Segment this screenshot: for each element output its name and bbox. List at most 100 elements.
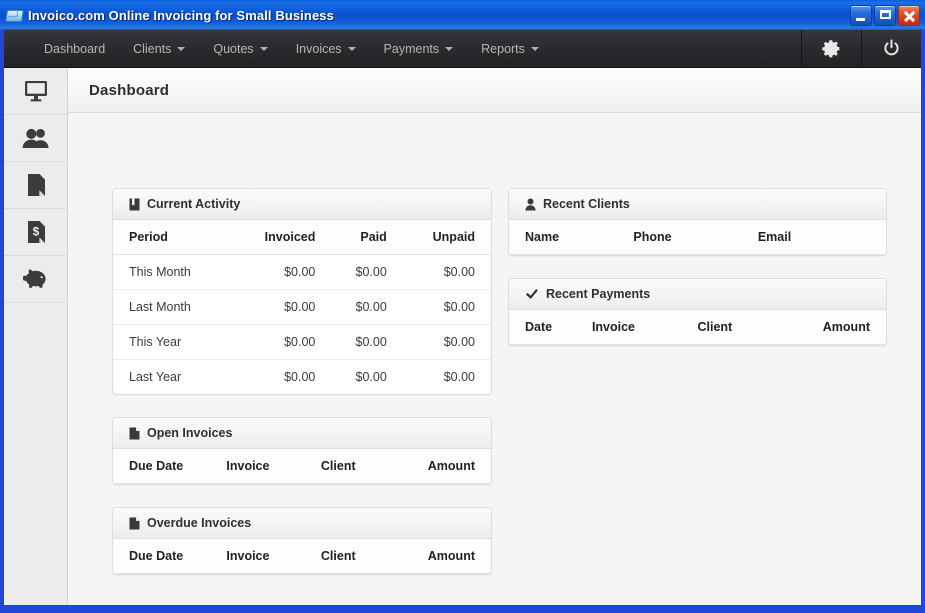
column-header-client: Client bbox=[320, 449, 405, 484]
power-icon bbox=[884, 39, 899, 56]
svg-text:$: $ bbox=[32, 225, 39, 239]
gear-icon bbox=[822, 40, 840, 58]
current-activity-table: Period Invoiced Paid Unpaid This Month $… bbox=[113, 220, 491, 394]
cell-unpaid: $0.00 bbox=[402, 289, 491, 325]
column-header-unpaid: Unpaid bbox=[402, 220, 491, 255]
panel-overdue-invoices: Overdue Invoices Due Date Invoice Client… bbox=[112, 507, 492, 575]
column-header-due-date: Due Date bbox=[113, 539, 227, 574]
chevron-down-icon bbox=[347, 46, 356, 51]
panel-header: Recent Clients bbox=[509, 189, 886, 220]
file-icon bbox=[129, 427, 140, 440]
table-row: This Month $0.00 $0.00 $0.00 bbox=[113, 254, 491, 290]
panel-title: Current Activity bbox=[147, 196, 241, 211]
cell-period: Last Month bbox=[113, 289, 231, 325]
column-header-period: Period bbox=[113, 220, 231, 255]
nav-item-invoices[interactable]: Invoices bbox=[282, 30, 370, 67]
cell-unpaid: $0.00 bbox=[402, 254, 491, 290]
dashboard-content: Current Activity Period Invoiced Paid Un… bbox=[68, 114, 921, 605]
nav-item-dashboard[interactable]: Dashboard bbox=[30, 30, 119, 67]
settings-button[interactable] bbox=[801, 30, 861, 67]
nav-item-list: Dashboard Clients Quotes Invoices Paymen… bbox=[4, 30, 801, 67]
logout-button[interactable] bbox=[861, 30, 921, 67]
cell-invoiced: $0.00 bbox=[230, 254, 332, 290]
column-header-name: Name bbox=[509, 220, 634, 255]
cell-invoiced: $0.00 bbox=[230, 289, 332, 325]
dollar-document-icon: $ bbox=[27, 221, 45, 243]
chevron-down-icon bbox=[259, 46, 268, 51]
person-icon bbox=[525, 198, 536, 211]
panel-recent-clients: Recent Clients Name Phone Email bbox=[508, 188, 887, 256]
sidebar-item-dashboard[interactable] bbox=[4, 68, 67, 115]
recent-payments-table: Date Invoice Client Amount bbox=[509, 310, 886, 345]
recent-clients-table: Name Phone Email bbox=[509, 220, 886, 255]
title-bar[interactable]: Invoico.com Online Invoicing for Small B… bbox=[0, 0, 925, 30]
nav-item-label: Invoices bbox=[295, 41, 342, 56]
column-header-date: Date bbox=[509, 310, 592, 345]
close-button[interactable] bbox=[898, 4, 920, 26]
column-header-invoice: Invoice bbox=[591, 310, 698, 345]
panel-open-invoices: Open Invoices Due Date Invoice Client Am… bbox=[112, 417, 492, 485]
panel-recent-payments: Recent Payments Date Invoice Client Amou… bbox=[508, 278, 887, 346]
cell-paid: $0.00 bbox=[331, 324, 403, 360]
panel-title: Recent Payments bbox=[546, 286, 651, 301]
open-invoices-table: Due Date Invoice Client Amount bbox=[113, 449, 491, 484]
table-row: Last Year $0.00 $0.00 $0.00 bbox=[113, 360, 491, 395]
minimize-button[interactable] bbox=[850, 4, 872, 26]
nav-item-quotes[interactable]: Quotes bbox=[199, 30, 281, 67]
table-header-row: Period Invoiced Paid Unpaid bbox=[113, 220, 491, 255]
left-column: Current Activity Period Invoiced Paid Un… bbox=[112, 188, 492, 575]
cell-invoiced: $0.00 bbox=[230, 324, 332, 360]
panel-header: Open Invoices bbox=[113, 418, 491, 449]
column-header-client: Client bbox=[320, 539, 405, 574]
panel-title: Recent Clients bbox=[543, 196, 630, 211]
nav-item-label: Quotes bbox=[213, 41, 254, 56]
check-icon bbox=[525, 288, 539, 301]
panel-title: Open Invoices bbox=[147, 425, 233, 440]
table-header-row: Due Date Invoice Client Amount bbox=[113, 449, 491, 484]
maximize-button[interactable] bbox=[874, 4, 896, 26]
window-title: Invoico.com Online Invoicing for Small B… bbox=[28, 7, 334, 23]
sidebar-item-invoices[interactable]: $ bbox=[4, 209, 67, 256]
file-icon bbox=[129, 517, 140, 530]
users-icon bbox=[22, 128, 48, 148]
monitor-icon bbox=[24, 81, 47, 102]
column-header-amount: Amount bbox=[404, 449, 491, 484]
nav-item-clients[interactable]: Clients bbox=[119, 30, 199, 67]
column-header-invoice: Invoice bbox=[226, 539, 321, 574]
column-header-amount: Amount bbox=[791, 310, 886, 345]
table-header-row: Name Phone Email bbox=[509, 220, 886, 255]
cell-paid: $0.00 bbox=[355, 370, 387, 384]
window-controls bbox=[850, 4, 922, 26]
sidebar-item-quotes[interactable] bbox=[4, 162, 67, 209]
cell-unpaid: $0.00 bbox=[402, 324, 491, 360]
sidebar-item-payments[interactable] bbox=[4, 256, 67, 303]
column-header-invoiced: Invoiced bbox=[230, 220, 332, 255]
nav-item-label: Clients bbox=[133, 41, 172, 56]
cell-paid: $0.00 bbox=[331, 289, 403, 325]
nav-item-label: Reports bbox=[481, 41, 525, 56]
book-icon bbox=[129, 198, 140, 211]
cell-period: This Month bbox=[113, 254, 231, 290]
nav-item-label: Payments bbox=[383, 41, 440, 56]
panel-current-activity: Current Activity Period Invoiced Paid Un… bbox=[112, 188, 492, 395]
table-row: Last Month $0.00 $0.00 $0.00 bbox=[113, 289, 491, 325]
column-header-due-date: Due Date bbox=[113, 449, 227, 484]
icon-sidebar: $ bbox=[4, 68, 68, 605]
table-header-row: Due Date Invoice Client Amount bbox=[113, 539, 491, 574]
page-header: Dashboard bbox=[68, 68, 921, 113]
nav-item-payments[interactable]: Payments bbox=[370, 30, 468, 67]
chevron-down-icon bbox=[177, 46, 186, 51]
column-header-paid: Paid bbox=[331, 220, 403, 255]
column-header-invoice: Invoice bbox=[226, 449, 321, 484]
sidebar-item-clients[interactable] bbox=[4, 115, 67, 162]
piggy-bank-icon bbox=[22, 269, 46, 288]
panel-header: Overdue Invoices bbox=[113, 508, 491, 539]
right-column: Recent Clients Name Phone Email Recent P… bbox=[508, 188, 887, 346]
column-header-client: Client bbox=[697, 310, 792, 345]
nav-item-reports[interactable]: Reports bbox=[467, 30, 553, 67]
panel-header: Current Activity bbox=[113, 189, 491, 220]
application-window: Invoico.com Online Invoicing for Small B… bbox=[0, 0, 925, 613]
main-navigation: Dashboard Clients Quotes Invoices Paymen… bbox=[4, 30, 921, 68]
window-client-area: Dashboard Clients Quotes Invoices Paymen… bbox=[4, 30, 921, 605]
cell-paid: $0.00 bbox=[331, 254, 403, 290]
